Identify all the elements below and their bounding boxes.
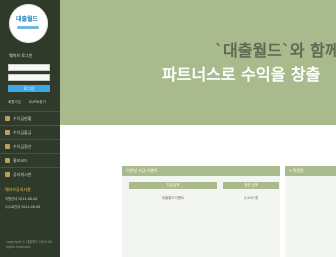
find-id-link[interactable]: ID/PW찾기 — [29, 100, 46, 104]
hero-title: `대출월드`와 함께 — [215, 41, 336, 60]
calculator-icon — [5, 144, 10, 149]
table-cell: 4,500 원 — [243, 196, 259, 200]
logo-mark-icon — [17, 26, 39, 29]
notice-item[interactable]: 지원안내 2024-08-08 — [5, 196, 55, 201]
table-header: 정산 금액 — [223, 182, 279, 189]
hero-subtitle: 파트너스로 수익을 창출 — [162, 65, 321, 84]
copyright: copyright ⓒ 대출월드 2024 All rights reserve… — [6, 240, 53, 249]
notice-item[interactable]: 수수료안내 2024-08-08 — [5, 204, 55, 209]
ranking-panel-title: 누적랭킹 — [289, 168, 304, 173]
login-button[interactable]: 로그인 — [8, 85, 50, 92]
login-title: 웨이브 로그인 — [9, 53, 33, 58]
ranking-panel-header: 누적랭킹 — [285, 166, 336, 176]
brand-logo[interactable]: 대출월드 — [9, 4, 48, 43]
account-links: 회원가입 ID/PW찾기 — [8, 100, 52, 105]
menu-item-promo-code[interactable]: 홍보코드 — [0, 153, 60, 167]
code-icon — [5, 158, 10, 163]
sidebar: 대출월드 웨이브 로그인 로그인 회원가입 ID/PW찾기 수익금현황 수익금출금… — [0, 0, 60, 257]
notice-title: 웨이브공지사항 — [5, 187, 31, 192]
menu-item-earnings[interactable]: 수익금현황 — [0, 111, 60, 125]
menu-label: 수익금출금 — [13, 130, 32, 135]
menu-item-notice-board[interactable]: 공지게시판 — [0, 167, 60, 181]
menu-item-settlement[interactable]: 수익금정산 — [0, 139, 60, 153]
wallet-icon — [5, 130, 10, 135]
menu-label: 공지게시판 — [13, 172, 32, 177]
table-header: 지급금액 — [129, 182, 217, 189]
signup-link[interactable]: 회원가입 — [8, 100, 21, 104]
logo-text: 대출월드 — [16, 16, 39, 23]
event-panel: 이번달 지급 이벤트 지급금액 정산 금액 대출월드이벤트 4,500 원 — [122, 166, 280, 257]
ranking-panel: 누적랭킹 — [285, 166, 336, 257]
money-icon — [5, 116, 10, 121]
hero-banner: `대출월드`와 함께 파트너스로 수익을 창출 — [60, 0, 336, 125]
menu-item-withdraw[interactable]: 수익금출금 — [0, 125, 60, 139]
notice-box: 웨이브공지사항 지원안내 2024-08-08 수수료안내 2024-08-08 — [5, 187, 55, 212]
id-field[interactable] — [8, 64, 50, 81]
event-panel-title: 이번달 지급 이벤트 — [126, 168, 158, 173]
bell-icon — [5, 172, 10, 177]
menu-label: 수익금정산 — [13, 144, 32, 149]
menu-label: 홍보코드 — [13, 158, 28, 163]
password-field[interactable] — [8, 74, 50, 91]
table-cell: 대출월드이벤트 — [161, 196, 185, 200]
event-panel-header: 이번달 지급 이벤트 — [122, 166, 280, 176]
menu-label: 수익금현황 — [13, 116, 32, 121]
